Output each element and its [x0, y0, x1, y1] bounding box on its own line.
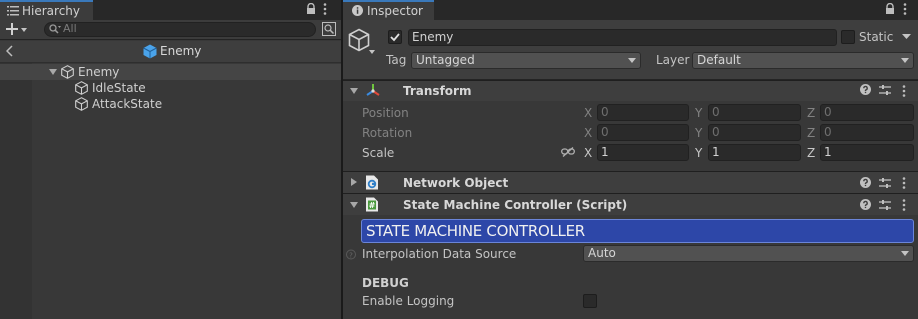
scale-label: Scale	[362, 146, 395, 160]
svg-text:#: #	[369, 201, 376, 210]
help-icon[interactable]	[860, 177, 871, 188]
position-y-field[interactable]: 0	[708, 104, 801, 121]
layer-value: Default	[697, 53, 741, 67]
checkmark-icon	[390, 33, 400, 42]
tree-item-attackstate[interactable]: AttackState	[0, 96, 341, 112]
tag-value: Untagged	[416, 53, 475, 67]
tree-item-label: Enemy	[78, 65, 120, 79]
axis-z-label: Z	[807, 146, 816, 160]
create-plus-icon[interactable]	[6, 23, 28, 36]
back-chevron-icon[interactable]	[6, 45, 13, 57]
scale-x-field[interactable]: 1	[597, 144, 689, 161]
expand-arrow-icon[interactable]	[49, 69, 57, 75]
position-label: Position	[362, 106, 409, 120]
tree-item-idlestate[interactable]: IdleState	[0, 80, 341, 96]
active-checkbox[interactable]	[388, 30, 402, 44]
network-object-header[interactable]: Network Object	[343, 171, 918, 193]
lock-icon[interactable]	[306, 3, 316, 15]
axis-x-label: X	[584, 126, 593, 140]
hierarchy-tab[interactable]: Hierarchy	[0, 0, 93, 20]
chevron-down-icon	[901, 251, 909, 256]
axis-y-label: Y	[695, 126, 703, 140]
rotation-z-field[interactable]: 0	[820, 124, 914, 141]
prefab-cube-icon	[143, 44, 157, 59]
cube-icon	[75, 97, 88, 111]
rotation-label: Rotation	[362, 126, 413, 140]
network-object-icon	[365, 175, 379, 190]
network-object-title: Network Object	[403, 176, 509, 190]
transform-icon	[365, 83, 381, 99]
search-placeholder: All	[63, 22, 77, 35]
kebab-menu-icon[interactable]	[902, 84, 906, 98]
kebab-menu-icon[interactable]	[902, 198, 906, 212]
static-dropdown-icon[interactable]	[902, 34, 911, 40]
tag-dropdown[interactable]: Untagged	[411, 52, 641, 69]
state-machine-title: State Machine Controller (Script)	[403, 198, 628, 212]
debug-section-header: DEBUG	[362, 276, 409, 290]
state-machine-banner: STATE MACHINE CONTROLLER	[361, 219, 914, 243]
axis-x-label: X	[584, 106, 593, 120]
interpolation-label: Interpolation Data Source	[362, 247, 517, 261]
scene-view-icon[interactable]	[322, 22, 336, 36]
cube-icon	[75, 81, 88, 95]
foldout-arrow-icon[interactable]	[350, 202, 358, 208]
gameobject-cube-icon[interactable]	[348, 28, 378, 56]
hierarchy-tab-label: Hierarchy	[22, 4, 81, 18]
foldout-arrow-icon[interactable]	[351, 178, 357, 186]
layer-dropdown[interactable]: Default	[692, 52, 914, 69]
interpolation-dropdown[interactable]: Auto	[583, 245, 914, 262]
presets-icon[interactable]	[879, 199, 891, 211]
position-z-field[interactable]: 0	[820, 104, 914, 121]
search-icon	[49, 24, 61, 35]
static-label: Static	[859, 30, 894, 44]
chevron-down-icon	[901, 58, 909, 63]
scale-z-field[interactable]: 1	[820, 144, 914, 161]
presets-icon[interactable]	[879, 84, 891, 96]
lock-icon[interactable]	[885, 3, 895, 15]
rotation-y-field[interactable]: 0	[708, 124, 801, 141]
tag-label: Tag	[386, 53, 407, 67]
kebab-menu-icon[interactable]	[903, 2, 907, 16]
enable-logging-label: Enable Logging	[362, 294, 455, 308]
layer-label: Layer	[656, 53, 690, 67]
static-checkbox[interactable]	[841, 30, 855, 44]
transform-title: Transform	[403, 84, 472, 98]
kebab-menu-icon[interactable]	[323, 2, 327, 16]
kebab-menu-icon[interactable]	[902, 176, 906, 190]
help-icon[interactable]	[860, 84, 871, 95]
enable-logging-checkbox[interactable]	[583, 294, 597, 308]
svg-text:?: ?	[349, 252, 353, 260]
axis-y-label: Y	[695, 146, 703, 160]
inspector-tab[interactable]: Inspector	[343, 0, 434, 20]
tree-item-enemy[interactable]: Enemy	[0, 64, 341, 80]
axis-y-label: Y	[695, 106, 703, 120]
interpolation-value: Auto	[588, 246, 616, 260]
constrain-proportions-icon[interactable]	[561, 147, 575, 157]
chevron-down-icon	[628, 58, 636, 63]
axis-z-label: Z	[807, 126, 816, 140]
scale-y-field[interactable]: 1	[708, 144, 801, 161]
info-icon	[352, 5, 363, 16]
question-hint-icon: ?	[346, 249, 356, 260]
cube-icon	[61, 65, 74, 79]
foldout-arrow-icon[interactable]	[350, 88, 358, 94]
axis-z-label: Z	[807, 106, 816, 120]
position-x-field[interactable]: 0	[597, 104, 689, 121]
transform-header[interactable]: Transform	[343, 80, 918, 101]
hierarchy-search-input[interactable]: All	[44, 22, 316, 37]
axis-x-label: X	[584, 146, 593, 160]
script-icon: #	[365, 197, 379, 212]
inspector-tab-label: Inspector	[367, 4, 423, 18]
tree-item-label: IdleState	[92, 81, 146, 95]
tree-item-label: AttackState	[92, 97, 163, 111]
object-name-field[interactable]: Enemy	[408, 29, 837, 46]
scene-title: Enemy	[160, 44, 202, 58]
rotation-x-field[interactable]: 0	[597, 124, 689, 141]
state-machine-header[interactable]: # State Machine Controller (Script)	[343, 193, 918, 215]
list-icon	[7, 5, 19, 16]
help-icon[interactable]	[860, 199, 871, 210]
prefab-scene-header: Enemy	[0, 41, 341, 63]
presets-icon[interactable]	[879, 177, 891, 189]
